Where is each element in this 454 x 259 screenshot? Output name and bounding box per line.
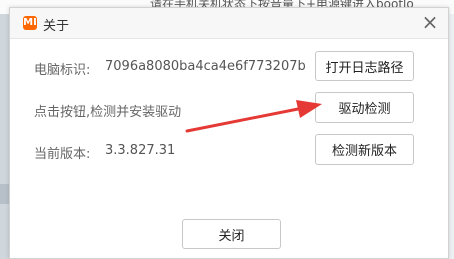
close-button[interactable]: 关闭 xyxy=(182,219,281,249)
dialog-title: 关于 xyxy=(43,19,70,34)
driver-instructions-label: 点击按钮,检测并安装驱动 xyxy=(34,105,182,120)
open-log-path-button[interactable]: 打开日志路径 xyxy=(315,51,414,81)
driver-detect-button[interactable]: 驱动检测 xyxy=(315,92,414,123)
about-dialog: MI 关于 × 电脑标识: 7096a8080ba4ca4e6f773207b … xyxy=(9,7,449,259)
current-version-label: 当前版本: xyxy=(34,147,91,162)
title-bar[interactable]: MI 关于 × xyxy=(10,8,448,39)
computer-id-label: 电脑标识: xyxy=(34,63,91,78)
current-version-value: 3.3.827.31 xyxy=(105,143,176,158)
mi-logo-icon: MI xyxy=(23,16,37,30)
close-icon[interactable]: × xyxy=(418,10,442,34)
check-new-version-button[interactable]: 检测新版本 xyxy=(315,134,414,165)
computer-id-value: 7096a8080ba4ca4e6f773207b xyxy=(105,59,306,74)
